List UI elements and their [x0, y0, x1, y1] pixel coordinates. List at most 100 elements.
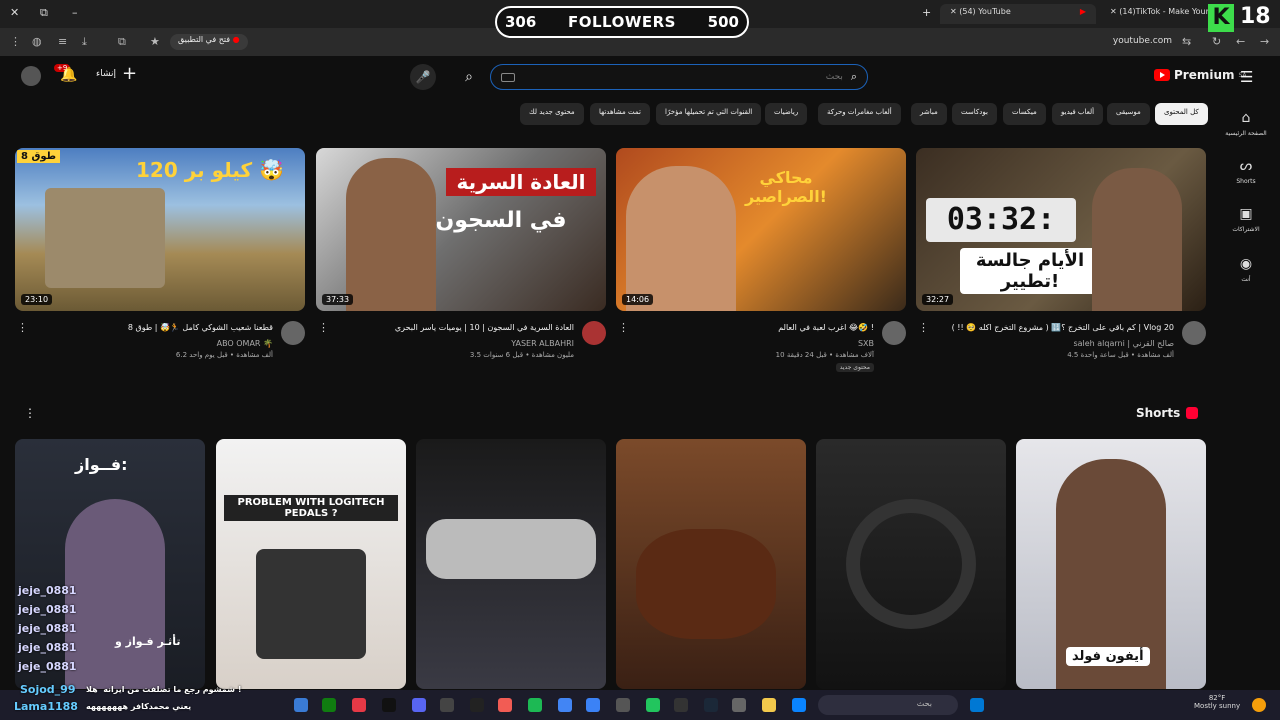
short-card[interactable]: أيفون فولد: [1016, 439, 1206, 689]
settings-gear-icon[interactable]: [732, 698, 746, 712]
close-window-icon[interactable]: ✕: [10, 6, 19, 19]
weather-widget[interactable]: 82°F Mostly sunny: [1194, 694, 1240, 710]
rail-item-subscriptions[interactable]: ▣ الاشتراكات: [1214, 206, 1278, 233]
video-card[interactable]: محاكي الصراصير! 14:06 اغرب لعبة في العال…: [616, 148, 906, 379]
chip-watched[interactable]: تمت مشاهدتها: [590, 103, 650, 125]
thumbnail-text: محاكي الصراصير!: [745, 168, 827, 206]
search-submit-icon[interactable]: ⌕: [456, 64, 482, 90]
browser-icon[interactable]: [586, 698, 600, 712]
video-thumbnail[interactable]: محاكي الصراصير! 14:06: [616, 148, 906, 311]
shorts-more-options-icon[interactable]: ⋮: [24, 406, 36, 420]
close-tab-icon[interactable]: ✕: [950, 7, 959, 16]
shorts-heading: Shorts: [1136, 406, 1199, 420]
close-tab-icon[interactable]: ✕: [1110, 7, 1119, 16]
maximize-window-icon[interactable]: ⧉: [40, 6, 48, 20]
tab-tiktok[interactable]: ✕ (14)TikTok - Make Your D: [1100, 4, 1212, 24]
chip-mixes[interactable]: ميكسات: [1003, 103, 1046, 125]
forward-icon[interactable]: →: [1260, 35, 1269, 48]
taskbar-search[interactable]: بحث: [818, 695, 958, 715]
app-icon[interactable]: [294, 698, 308, 712]
voice-search-mic-icon[interactable]: 🎤: [410, 64, 436, 90]
hamburger-menu-icon[interactable]: ☰: [1240, 68, 1253, 86]
chip-podcasts[interactable]: بودكاست: [952, 103, 997, 125]
search-input[interactable]: [522, 72, 843, 82]
xbox-icon[interactable]: [322, 698, 336, 712]
keyboard-icon[interactable]: [501, 72, 515, 82]
channel-name[interactable]: SXB: [858, 339, 874, 348]
video-title[interactable]: قطعنا شعيب الشوكي كامل 🏃🤯 | طوق 8: [128, 323, 273, 332]
page-settings-icon[interactable]: ⇆: [1182, 35, 1191, 48]
chip-action-adventure[interactable]: ألعاب مغامرات وحركة: [818, 103, 901, 125]
bell-icon[interactable]: 🔔: [60, 67, 77, 83]
app-icon[interactable]: [616, 698, 630, 712]
install-icon[interactable]: ⧉: [118, 35, 126, 49]
search-icon[interactable]: ⌕: [851, 70, 857, 84]
rail-item-home[interactable]: ⌂ الصفحة الرئيسية: [1214, 110, 1278, 137]
windows-start-icon[interactable]: [970, 698, 984, 712]
video-thumbnail[interactable]: العادة السرية في السجون 37:33: [316, 148, 606, 311]
chip-recently-uploaded[interactable]: القنوات التي تم تحميلها مؤخرًا: [656, 103, 762, 125]
chip-live[interactable]: مباشر: [911, 103, 947, 125]
url-text[interactable]: youtube.com: [1113, 36, 1172, 46]
video-title[interactable]: العادة السرية في السجون | 10 | يوميات يا…: [395, 323, 574, 332]
app-icon[interactable]: [646, 698, 660, 712]
video-card[interactable]: 03:32: الأيام جالسة تطيير! 32:27 كم باقي…: [916, 148, 1206, 379]
video-title[interactable]: كم باقي على التخرج ؟🔢 ( مشروع التخرج اكل…: [952, 323, 1174, 332]
chip-all[interactable]: كل المحتوى: [1155, 103, 1208, 125]
settings-icon[interactable]: [440, 698, 454, 712]
channel-name[interactable]: saleh alqarni | صالح القرني: [1073, 339, 1174, 348]
chip-music[interactable]: موسيقى: [1107, 103, 1150, 125]
thumbnail-text: في السجون: [435, 208, 567, 233]
back-icon[interactable]: ←: [1236, 35, 1245, 48]
open-in-app-button[interactable]: فتح في التطبيق ●: [170, 34, 248, 50]
video-thumbnail[interactable]: 120 كيلو بر 🤯 طوق 8 23:10: [15, 148, 305, 311]
video-card[interactable]: 120 كيلو بر 🤯 طوق 8 23:10 قطعنا شعيب الش…: [15, 148, 305, 379]
more-options-icon[interactable]: ⋮: [618, 321, 629, 334]
channel-avatar[interactable]: [1182, 321, 1206, 345]
short-card[interactable]: [416, 439, 606, 689]
youtube-premium-logo[interactable]: Premium SA: [1154, 68, 1247, 82]
sliders-icon[interactable]: ≡: [58, 35, 67, 48]
video-card[interactable]: العادة السرية في السجون 37:33 العادة الس…: [316, 148, 606, 379]
extension-icon[interactable]: ◍: [32, 35, 42, 48]
tab-youtube[interactable]: ✕ (54) YouTube ▶: [940, 4, 1096, 24]
chip-new-to-you[interactable]: محتوى جديد لك: [520, 103, 584, 125]
create-button[interactable]: إنشاء +: [96, 65, 137, 83]
steam-icon[interactable]: [704, 698, 718, 712]
more-options-icon[interactable]: ⋮: [17, 321, 28, 334]
rail-item-you[interactable]: ◉ أنت: [1214, 256, 1278, 283]
short-card[interactable]: [816, 439, 1006, 689]
kebab-menu-icon[interactable]: ⋮: [10, 35, 21, 48]
channel-name[interactable]: YASER ALBAHRI: [511, 339, 574, 348]
more-options-icon[interactable]: ⋮: [918, 321, 929, 334]
edge-icon[interactable]: [792, 698, 806, 712]
channel-avatar[interactable]: [882, 321, 906, 345]
folder-icon[interactable]: [762, 698, 776, 712]
app-icon[interactable]: [528, 698, 542, 712]
app-icon[interactable]: [674, 698, 688, 712]
app-icon[interactable]: [498, 698, 512, 712]
chip-math[interactable]: رياضيات: [765, 103, 808, 125]
discord-icon[interactable]: [412, 698, 426, 712]
tiktok-icon[interactable]: [382, 698, 396, 712]
bookmark-star-icon[interactable]: ★: [150, 35, 160, 48]
avatar[interactable]: [21, 66, 41, 86]
youtube-play-icon: [1154, 69, 1170, 81]
new-tab-icon[interactable]: +: [922, 6, 931, 19]
channel-name[interactable]: ABO OMAR 🌴: [217, 339, 273, 348]
app-icon[interactable]: [352, 698, 366, 712]
rail-item-shorts[interactable]: ᔕ Shorts: [1214, 158, 1278, 185]
minimize-window-icon[interactable]: –: [72, 6, 78, 19]
rail-label: الصفحة الرئيسية: [1225, 130, 1267, 137]
chrome-icon[interactable]: [558, 698, 572, 712]
chip-video-games[interactable]: ألعاب فيديو: [1052, 103, 1104, 125]
video-title[interactable]: اغرب لعبة في العالم 😂🤣 !: [778, 323, 874, 332]
short-card[interactable]: [616, 439, 806, 689]
download-icon[interactable]: ⤓: [82, 35, 87, 49]
channel-avatar[interactable]: [582, 321, 606, 345]
reload-icon[interactable]: ↻: [1212, 35, 1221, 48]
more-options-icon[interactable]: ⋮: [318, 321, 329, 334]
app-icon[interactable]: [470, 698, 484, 712]
video-thumbnail[interactable]: 03:32: الأيام جالسة تطيير! 32:27: [916, 148, 1206, 311]
channel-avatar[interactable]: [281, 321, 305, 345]
